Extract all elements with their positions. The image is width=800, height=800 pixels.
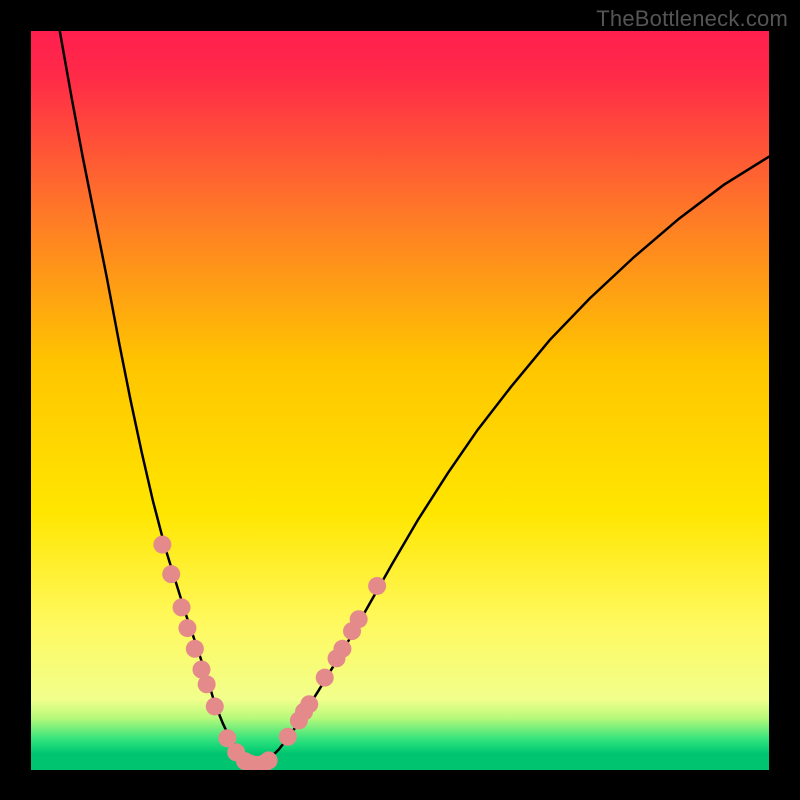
watermark-text: TheBottleneck.com — [596, 6, 788, 32]
scatter-dot — [260, 751, 278, 769]
scatter-dot — [316, 669, 334, 687]
scatter-dot — [350, 610, 368, 628]
scatter-dot — [279, 728, 297, 746]
chart-root: TheBottleneck.com — [0, 0, 800, 800]
scatter-dot — [198, 675, 216, 693]
scatter-dot — [333, 640, 351, 658]
scatter-dot — [153, 536, 171, 554]
plot-background — [31, 31, 769, 770]
scatter-dot — [206, 697, 224, 715]
chart-svg — [0, 0, 800, 800]
scatter-dot — [178, 619, 196, 637]
scatter-dot — [173, 598, 191, 616]
scatter-dot — [300, 695, 318, 713]
scatter-dot — [368, 577, 386, 595]
scatter-dot — [162, 565, 180, 583]
scatter-dot — [186, 640, 204, 658]
